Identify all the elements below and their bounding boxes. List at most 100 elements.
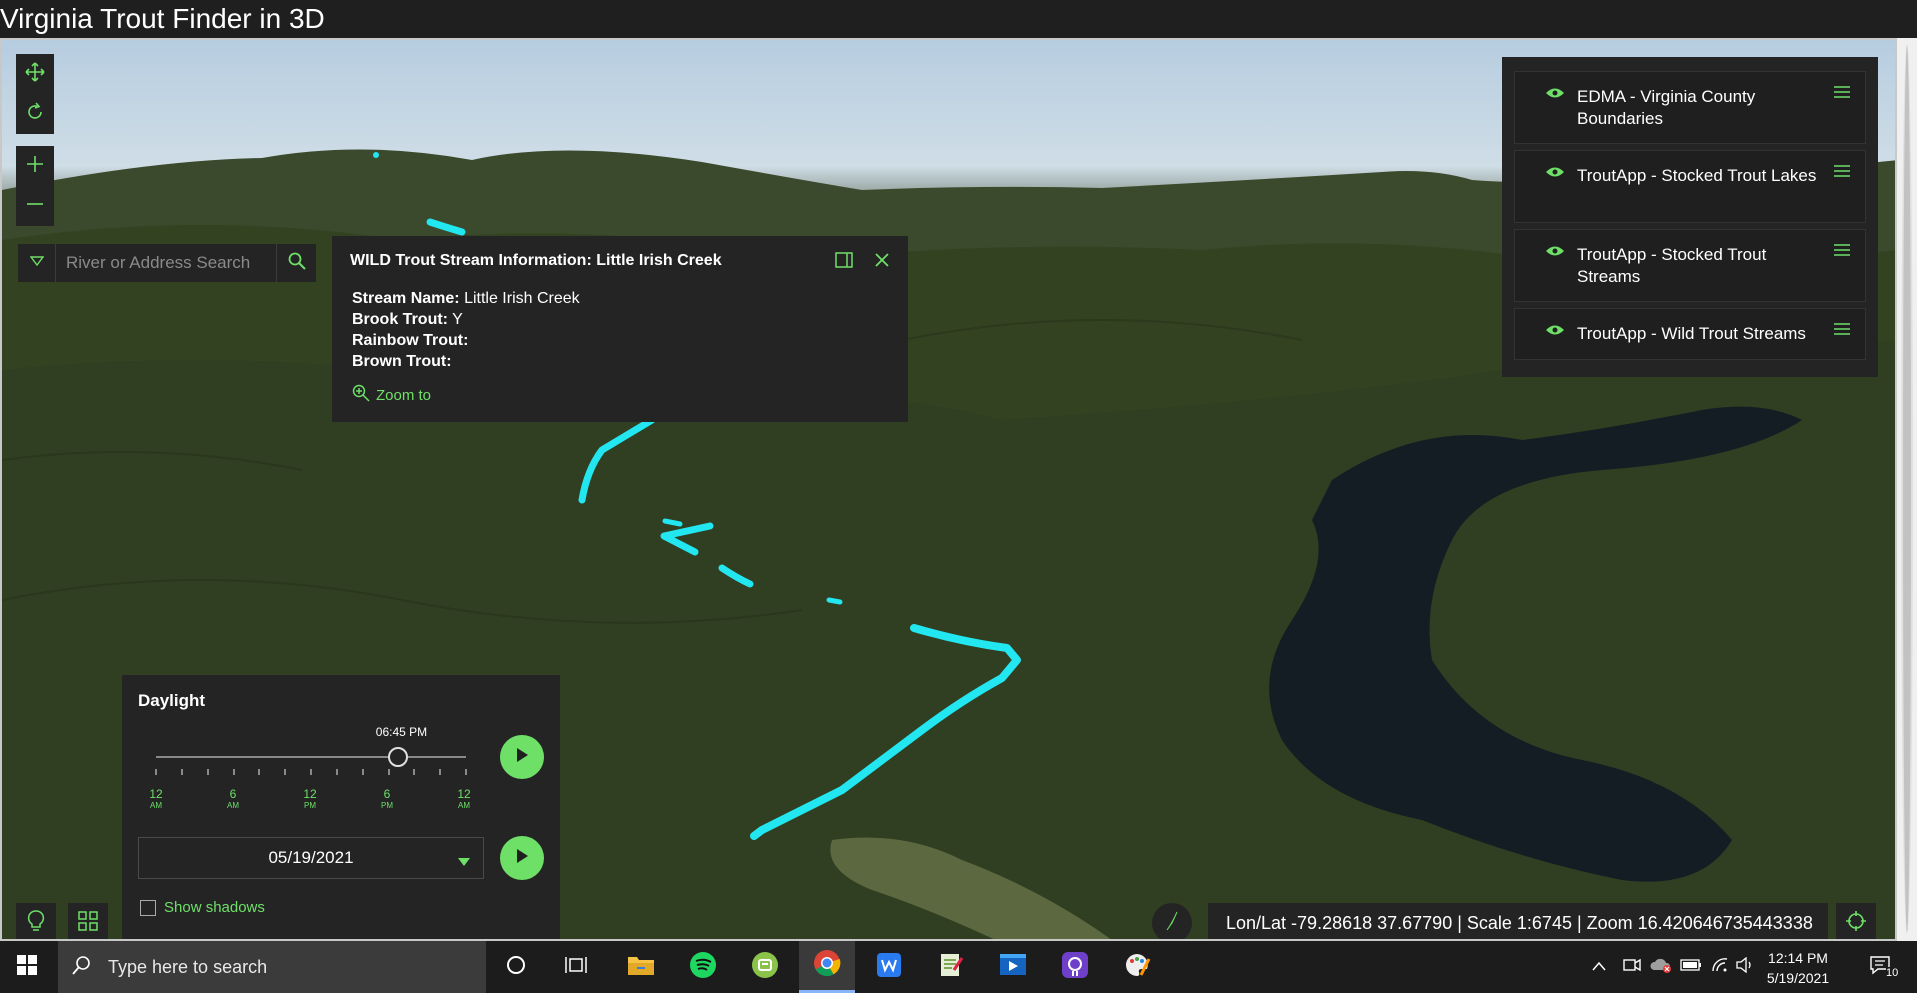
time-slider-thumb[interactable]	[387, 747, 408, 767]
lightbulb-icon	[27, 909, 45, 937]
pan-mode-button[interactable]	[16, 54, 54, 94]
cortana-button[interactable]	[488, 941, 544, 993]
page-scrollbar[interactable]	[1897, 38, 1917, 941]
compass-button[interactable]	[1152, 903, 1192, 939]
pan-icon	[25, 61, 45, 87]
clock-date: 5/19/2021	[1766, 970, 1830, 986]
play-date-button[interactable]	[500, 836, 544, 880]
layer-item[interactable]: TroutApp - Wild Trout Streams	[1514, 308, 1866, 360]
window-title: Virginia Trout Finder in 3D	[0, 3, 325, 34]
layer-item[interactable]: TroutApp - Stocked Trout Lakes	[1514, 150, 1866, 223]
time-tick	[413, 769, 416, 775]
circle-icon	[506, 955, 526, 980]
time-tick	[387, 769, 390, 775]
field-brown-trout: Brown Trout:	[352, 353, 452, 370]
daylight-toggle-button[interactable]	[16, 903, 56, 939]
layer-item[interactable]: TroutApp - Stocked Trout Streams	[1514, 229, 1866, 302]
close-icon	[874, 252, 890, 273]
search-button[interactable]	[276, 244, 316, 282]
time-readout: 06:45 PM	[375, 725, 428, 739]
shadows-checkbox[interactable]	[140, 899, 156, 916]
grid-icon	[78, 910, 98, 936]
document-w-icon	[876, 952, 902, 983]
eye-icon[interactable]	[1545, 323, 1565, 342]
compass-icon	[1163, 910, 1181, 937]
drag-handle-icon[interactable]	[1833, 164, 1851, 183]
search-input[interactable]: River or Address Search	[56, 253, 276, 273]
time-slider-track[interactable]	[156, 756, 466, 758]
search-widget: River or Address Search	[18, 244, 316, 282]
windows-taskbar: Type here to search 12:14 PM 5/19/2021 1…	[0, 941, 1917, 993]
writer-app[interactable]	[861, 941, 917, 993]
notification-count: 10	[1886, 967, 1899, 979]
time-tick	[284, 769, 287, 775]
zoom-to-label: Zoom to	[376, 386, 432, 404]
drag-handle-icon[interactable]	[1833, 243, 1851, 262]
chrome-icon	[813, 949, 841, 982]
play-time-button[interactable]	[500, 735, 544, 779]
dock-popup-button[interactable]	[832, 250, 856, 274]
chevron-up-icon	[1592, 958, 1606, 976]
eye-icon[interactable]	[1545, 86, 1565, 105]
battery-status[interactable]	[1678, 941, 1704, 993]
eye-icon[interactable]	[1545, 165, 1565, 184]
github-app[interactable]	[1047, 941, 1103, 993]
taskbar-search-placeholder: Type here to search	[108, 956, 268, 977]
drag-handle-icon[interactable]	[1833, 85, 1851, 104]
zoom-to-action[interactable]: Zoom to	[352, 384, 431, 406]
layer-list: EDMA - Virginia County Boundaries TroutA…	[1502, 57, 1878, 377]
field-stream-name: Stream Name: Little Irish Creek	[352, 290, 580, 307]
camera-icon	[1623, 957, 1641, 978]
onedrive-status[interactable]	[1648, 941, 1674, 993]
drag-handle-icon[interactable]	[1833, 322, 1851, 341]
start-button[interactable]	[0, 941, 54, 993]
coordinate-readout: Lon/Lat -79.28618 37.67790 | Scale 1:674…	[1208, 903, 1828, 939]
palette-icon	[1123, 951, 1151, 984]
zoom-group	[16, 146, 54, 226]
popup-title: WILD Trout Stream Information: Little Ir…	[350, 252, 722, 269]
taskbar-search-box[interactable]: Type here to search	[58, 941, 486, 993]
show-hidden-icons-button[interactable]	[1588, 941, 1610, 993]
chrome-app[interactable]	[799, 941, 855, 993]
taskbar-clock[interactable]: 12:14 PM 5/19/2021	[1752, 948, 1844, 988]
layer-item[interactable]: EDMA - Virginia County Boundaries	[1514, 71, 1866, 144]
show-shadows-toggle[interactable]: Show shadows	[140, 899, 265, 916]
zoom-in-button[interactable]	[16, 146, 54, 186]
time-tick	[465, 769, 467, 775]
date-picker[interactable]: 05/19/2021	[138, 837, 484, 879]
meet-now-button[interactable]	[1620, 941, 1644, 993]
battery-icon	[1680, 958, 1702, 976]
file-explorer-app[interactable]	[613, 941, 669, 993]
search-source-dropdown[interactable]	[18, 244, 56, 282]
video-app[interactable]	[985, 941, 1041, 993]
zoom-out-button[interactable]	[16, 186, 54, 226]
notepad-icon	[938, 952, 964, 983]
scrollbar-thumb[interactable]	[1901, 44, 1913, 934]
navigation-mode-group	[16, 54, 54, 134]
action-center-button[interactable]: 10	[1860, 941, 1900, 993]
task-view-button[interactable]	[548, 941, 604, 993]
notepad-app[interactable]	[923, 941, 979, 993]
map-view[interactable]: River or Address Search WILD Trout Strea…	[0, 38, 1897, 941]
play-icon	[515, 848, 529, 869]
field-brook-trout: Brook Trout: Y	[352, 311, 463, 328]
time-tick	[310, 769, 312, 775]
close-popup-button[interactable]	[870, 250, 894, 274]
time-tick	[258, 769, 261, 775]
rotate-mode-button[interactable]	[16, 94, 54, 134]
time-tick	[439, 769, 442, 775]
shadows-label: Show shadows	[164, 899, 265, 916]
basemap-gallery-button[interactable]	[68, 903, 108, 939]
tick-label: 12 AM	[457, 787, 471, 810]
feedly-app[interactable]	[737, 941, 793, 993]
spotify-app[interactable]	[675, 941, 731, 993]
daylight-title: Daylight	[138, 691, 206, 710]
layer-name: TroutApp - Wild Trout Streams	[1577, 324, 1806, 343]
feature-popup: WILD Trout Stream Information: Little Ir…	[332, 236, 908, 422]
tick-label: 12 AM	[149, 787, 163, 810]
eye-icon[interactable]	[1545, 244, 1565, 263]
network-status[interactable]	[1708, 941, 1732, 993]
locate-button[interactable]	[1836, 903, 1876, 939]
crosshair-icon	[1845, 910, 1867, 937]
paint-app[interactable]	[1109, 941, 1165, 993]
